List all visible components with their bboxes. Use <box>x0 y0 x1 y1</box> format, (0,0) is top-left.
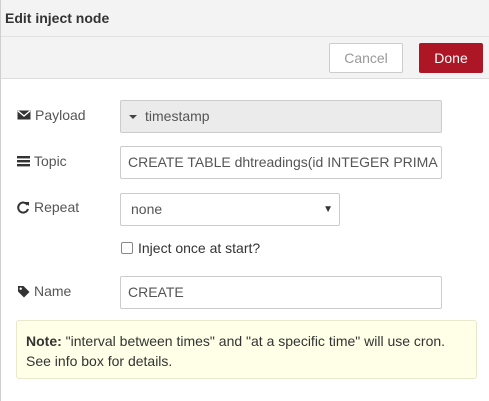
payload-value: timestamp <box>145 108 210 124</box>
select-arrow-icon: ▼ <box>323 204 333 215</box>
tag-icon <box>17 285 30 298</box>
topic-label-row: Topic <box>17 153 67 169</box>
payload-label-row: Payload <box>17 107 86 123</box>
inject-once-checkbox[interactable] <box>121 242 133 254</box>
tasks-icon <box>17 155 30 167</box>
note-line1: "interval between times" and "at a speci… <box>61 333 446 349</box>
info-note: Note: "interval between times" and "at a… <box>16 320 477 379</box>
repeat-select[interactable]: none ▼ <box>120 193 340 226</box>
topic-label: Topic <box>34 153 67 169</box>
name-label-row: Name <box>17 283 71 299</box>
caret-down-icon <box>129 114 137 119</box>
name-input[interactable]: CREATE <box>120 276 442 309</box>
repeat-icon <box>17 201 30 214</box>
tray-toolbar: Cancel Done <box>1 37 489 79</box>
envelope-icon <box>17 109 31 121</box>
repeat-value: none <box>131 201 163 217</box>
inject-once-row: Inject once at start? <box>121 240 260 256</box>
tray-title: Edit inject node <box>5 10 110 26</box>
tray-header: Edit inject node <box>1 0 489 37</box>
edit-tray: Edit inject node Cancel Done Payload tim… <box>0 0 489 401</box>
cancel-button[interactable]: Cancel <box>329 43 403 73</box>
name-label: Name <box>34 283 72 299</box>
repeat-label-row: Repeat <box>17 199 79 215</box>
inject-once-label[interactable]: Inject once at start? <box>138 240 260 256</box>
note-prefix: Note: <box>26 333 62 349</box>
topic-input[interactable]: CREATE TABLE dhtreadings(id INTEGER PRIM… <box>120 146 442 179</box>
done-button[interactable]: Done <box>419 43 483 73</box>
payload-label: Payload <box>35 107 86 123</box>
repeat-label: Repeat <box>34 199 80 215</box>
payload-type-select[interactable]: timestamp <box>120 100 442 133</box>
note-line2: See info box for details. <box>26 353 173 369</box>
